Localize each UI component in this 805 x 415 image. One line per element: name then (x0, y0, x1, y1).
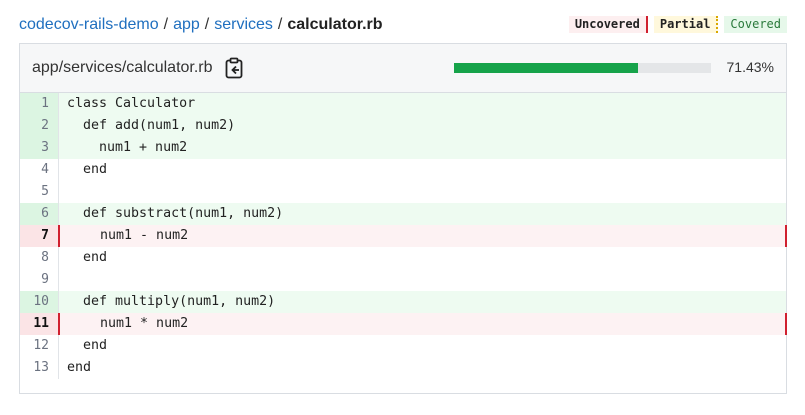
line-number[interactable]: 10 (20, 291, 59, 313)
breadcrumb-app-link[interactable]: app (173, 16, 200, 33)
line-source (59, 181, 786, 203)
clipboard-copy-icon[interactable] (224, 57, 244, 79)
line-source: def substract(num1, num2) (67, 206, 284, 221)
coverage-percent: 71.43% (726, 59, 774, 75)
breadcrumb-separator: / (277, 16, 283, 33)
code-line: 10 def multiply(num1, num2) (20, 291, 786, 313)
line-source: class Calculator (67, 96, 196, 111)
breadcrumb: codecov-rails-demo / app / services / calculat… (19, 14, 383, 36)
coverage-legend: Uncovered Partial Covered (568, 16, 787, 33)
code-line: 13 end (20, 357, 786, 379)
code-lines: 1 class Calculator 2 def add(num1, num2) 3 … (20, 93, 787, 379)
breadcrumb-separator: / (204, 16, 210, 33)
breadcrumb-repo-link[interactable]: codecov-rails-demo (19, 16, 159, 33)
code-line: 7 num1 - num2 (20, 225, 787, 247)
line-number[interactable]: 6 (20, 203, 59, 225)
line-source: num1 + num2 (67, 140, 188, 155)
line-source: def multiply(num1, num2) (67, 294, 276, 309)
breadcrumb-services-link[interactable]: services (214, 16, 273, 33)
code-line: 12 end (20, 335, 786, 357)
line-number[interactable]: 12 (20, 335, 59, 357)
legend-uncovered: Uncovered (568, 16, 648, 33)
line-number[interactable]: 4 (20, 159, 59, 181)
breadcrumb-current-file: calculator.rb (287, 16, 383, 33)
code-line: 5 (20, 181, 786, 203)
header-bar: codecov-rails-demo / app / services / calculat… (19, 14, 787, 36)
code-line: 4 end (20, 159, 786, 181)
file-viewer: app/services/calculator.rb 71.43% 1 class… (19, 43, 787, 394)
line-source: end (67, 338, 108, 353)
file-header: app/services/calculator.rb 71.43% (20, 44, 786, 93)
line-source: end (67, 360, 92, 375)
line-number[interactable]: 8 (20, 247, 59, 269)
line-number[interactable]: 13 (20, 357, 59, 379)
line-source: end (67, 162, 108, 177)
code-line: 1 class Calculator (20, 93, 786, 115)
legend-partial: Partial (653, 16, 719, 33)
coverage-progress-bar (454, 63, 711, 73)
line-source: num1 * num2 (68, 316, 189, 331)
line-number[interactable]: 5 (20, 181, 59, 203)
code-line: 6 def substract(num1, num2) (20, 203, 786, 225)
line-source: end (67, 250, 108, 265)
coverage-progress-fill (454, 63, 638, 73)
code-line: 9 (20, 269, 786, 291)
line-source: def add(num1, num2) (67, 118, 236, 133)
line-number[interactable]: 7 (20, 225, 60, 247)
file-path: app/services/calculator.rb (32, 59, 213, 76)
code-line: 2 def add(num1, num2) (20, 115, 786, 137)
line-number[interactable]: 11 (20, 313, 60, 335)
line-source (59, 269, 786, 291)
code-line: 8 end (20, 247, 786, 269)
code-line: 3 num1 + num2 (20, 137, 786, 159)
line-number[interactable]: 2 (20, 115, 59, 137)
breadcrumb-separator: / (163, 16, 169, 33)
line-number[interactable]: 9 (20, 269, 59, 291)
code-line: 11 num1 * num2 (20, 313, 787, 335)
legend-covered: Covered (724, 16, 787, 33)
line-number[interactable]: 1 (20, 93, 59, 115)
line-number[interactable]: 3 (20, 137, 59, 159)
line-source: num1 - num2 (68, 228, 189, 243)
